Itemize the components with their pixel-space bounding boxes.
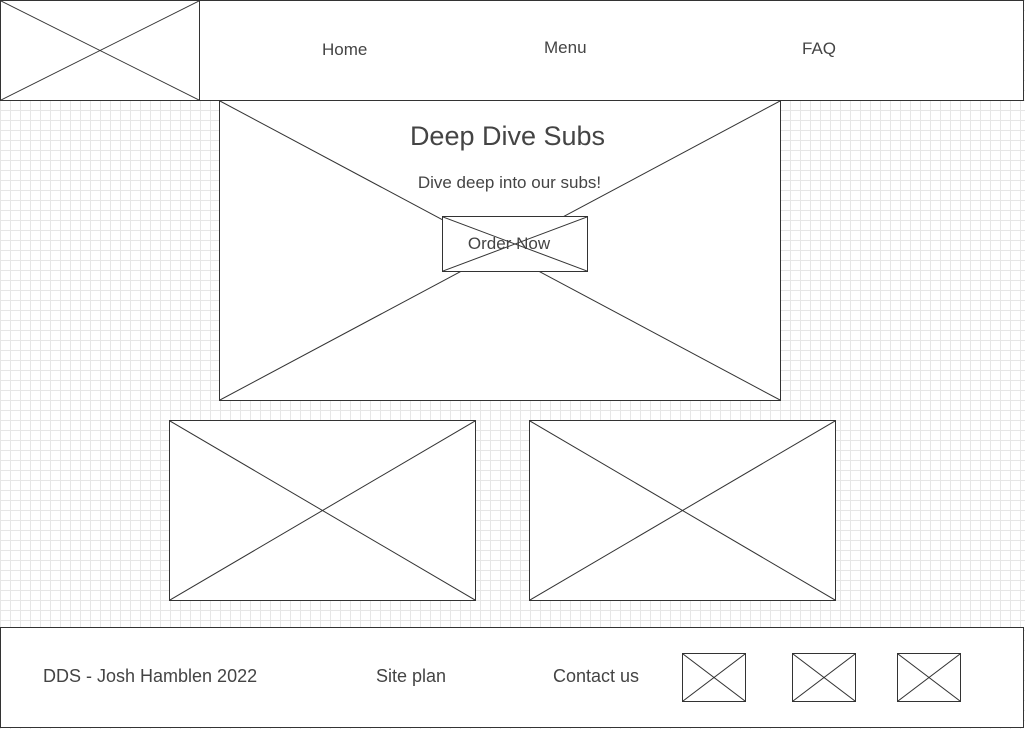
feature-image-left bbox=[169, 420, 476, 601]
hero-title: Deep Dive Subs bbox=[409, 121, 606, 151]
nav-menu-link[interactable]: Menu bbox=[544, 38, 587, 58]
footer-site-plan-link[interactable]: Site plan bbox=[376, 666, 446, 687]
hero-subtitle: Dive deep into our subs! bbox=[417, 173, 602, 192]
order-now-label: Order Now bbox=[467, 234, 551, 253]
image-placeholder-icon bbox=[1, 1, 199, 100]
logo-placeholder[interactable] bbox=[0, 0, 200, 101]
image-placeholder-icon bbox=[530, 421, 835, 600]
image-placeholder-icon bbox=[683, 654, 745, 701]
footer-social-icon-3[interactable] bbox=[897, 653, 961, 702]
footer-contact-link[interactable]: Contact us bbox=[553, 666, 639, 687]
footer-social-icon-2[interactable] bbox=[792, 653, 856, 702]
footer-social-icon-1[interactable] bbox=[682, 653, 746, 702]
order-now-button[interactable]: Order Now bbox=[442, 216, 588, 272]
image-placeholder-icon bbox=[898, 654, 960, 701]
footer-copyright: DDS - Josh Hamblen 2022 bbox=[43, 666, 258, 686]
image-placeholder-icon bbox=[793, 654, 855, 701]
nav-faq-link[interactable]: FAQ bbox=[802, 39, 836, 59]
feature-image-right bbox=[529, 420, 836, 601]
nav-home-link[interactable]: Home bbox=[322, 40, 367, 60]
image-placeholder-icon bbox=[170, 421, 475, 600]
